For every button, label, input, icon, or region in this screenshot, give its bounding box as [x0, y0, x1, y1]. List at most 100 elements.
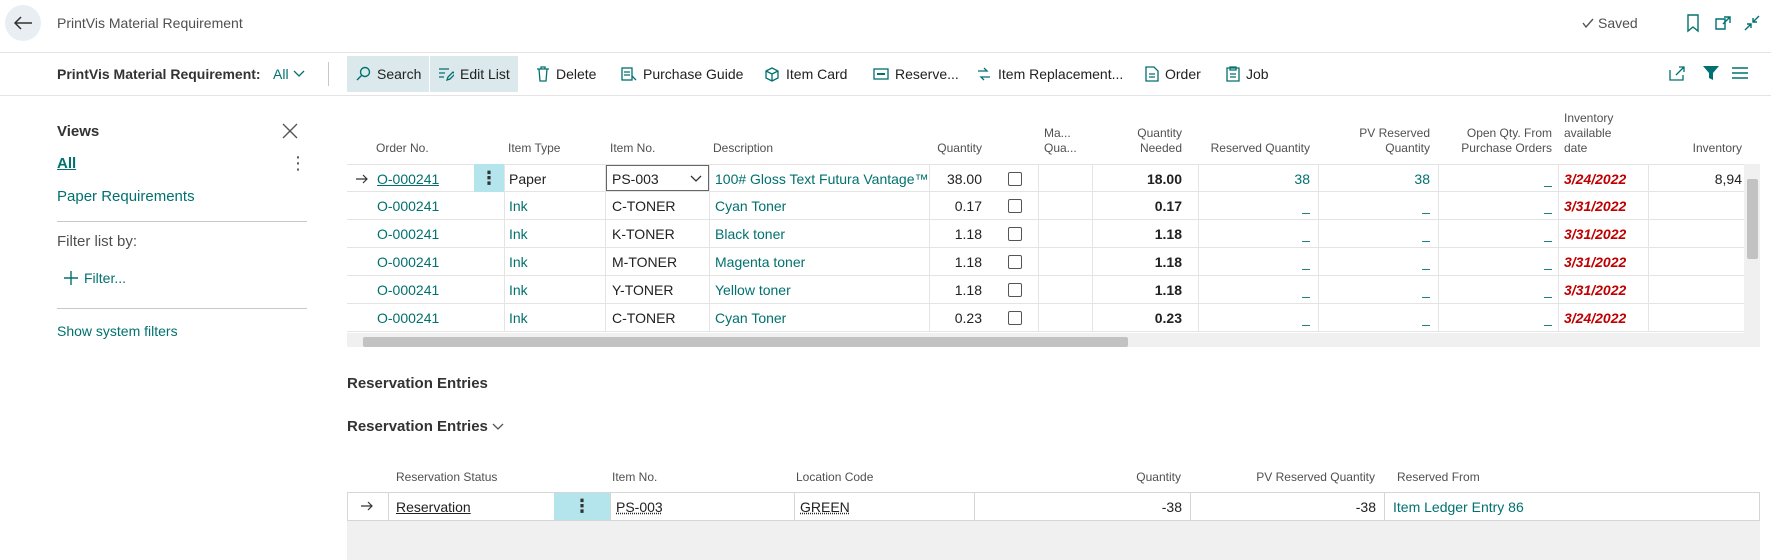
open-qty-cell[interactable]: _	[1444, 220, 1552, 248]
description-cell[interactable]: Cyan Toner	[715, 192, 786, 220]
description-cell[interactable]: Yellow toner	[715, 276, 791, 304]
col-header-inventory-date[interactable]: Inventory available date	[1564, 111, 1626, 156]
reserved-qty-cell[interactable]: _	[1192, 304, 1310, 332]
reservation-status-cell[interactable]: Reservation	[396, 493, 471, 521]
pv-reserved-qty-cell[interactable]: _	[1350, 192, 1430, 220]
item-no-cell[interactable]: PS-003	[612, 165, 659, 193]
delete-button[interactable]: Delete	[528, 56, 604, 92]
order-no-cell[interactable]: O-000241	[377, 192, 439, 220]
col-header-reservation-status[interactable]: Reservation Status	[396, 470, 497, 485]
order-no-cell[interactable]: O-000241	[377, 220, 439, 248]
horizontal-scroll-thumb[interactable]	[363, 337, 1128, 347]
col-header-item-type[interactable]: Item Type	[508, 141, 560, 156]
col-header-quantity[interactable]: Quantity	[857, 141, 982, 156]
open-qty-cell[interactable]: _	[1444, 165, 1552, 193]
filter-icon[interactable]	[1702, 64, 1722, 84]
order-no-cell[interactable]: O-000241	[377, 165, 439, 193]
item-no-cell[interactable]: C-TONER	[612, 304, 676, 332]
show-system-filters-link[interactable]: Show system filters	[57, 323, 178, 339]
inventory-date-cell: 3/31/2022	[1564, 282, 1627, 298]
col-header-item-no[interactable]: Item No.	[610, 141, 655, 156]
table-row[interactable]: O-000241 Ink C-TONER Cyan Toner 0.23 0.2…	[347, 304, 1760, 332]
open-new-window-icon[interactable]	[1713, 13, 1733, 33]
edit-list-button[interactable]: Edit List	[430, 56, 518, 92]
item-card-button[interactable]: Item Card	[756, 56, 855, 92]
checkbox[interactable]	[1008, 199, 1022, 213]
vertical-scroll-thumb[interactable]	[1747, 179, 1758, 259]
item-replacement-button[interactable]: Item Replacement...	[968, 56, 1131, 92]
qty-needed-cell: 1.18	[1154, 226, 1182, 242]
row-actions-icon[interactable]: ⋮	[474, 164, 504, 192]
open-qty-cell[interactable]: _	[1444, 192, 1552, 220]
col-header-quantity-needed[interactable]: Quantity Needed	[1092, 126, 1182, 156]
reserved-qty-cell[interactable]: _	[1192, 220, 1310, 248]
item-no-cell[interactable]: M-TONER	[612, 248, 677, 276]
pv-reserved-qty-cell[interactable]: _	[1350, 276, 1430, 304]
purchase-guide-button[interactable]: Purchase Guide	[613, 56, 751, 92]
col-header-order-no[interactable]: Order No.	[376, 141, 429, 156]
table-row[interactable]: O-000241 Ink C-TONER Cyan Toner 0.17 0.1…	[347, 192, 1760, 220]
col-header-location-code[interactable]: Location Code	[796, 470, 873, 485]
col-header-quantity[interactable]: Quantity	[1087, 470, 1181, 485]
order-button[interactable]: Order	[1137, 56, 1209, 92]
close-icon[interactable]	[281, 122, 299, 140]
location-code-cell[interactable]: GREEN	[800, 493, 850, 521]
quantity-cell: 1.18	[954, 254, 982, 270]
col-header-item-no[interactable]: Item No.	[612, 470, 657, 485]
order-no-cell[interactable]: O-000241	[377, 276, 439, 304]
checkbox[interactable]	[1008, 311, 1022, 325]
reservation-subsection-toggle[interactable]: Reservation Entries	[347, 418, 504, 435]
reserved-qty-cell[interactable]: _	[1192, 248, 1310, 276]
description-cell[interactable]: Cyan Toner	[715, 304, 786, 332]
open-qty-cell[interactable]: _	[1444, 304, 1552, 332]
col-header-ma-qua[interactable]: Ma... Qua...	[1044, 126, 1084, 156]
col-header-pv-reserved-quantity[interactable]: PV Reserved Quantity	[1207, 470, 1375, 485]
pv-reserved-qty-cell[interactable]: _	[1350, 304, 1430, 332]
view-filter-dropdown[interactable]: All	[273, 66, 305, 82]
col-header-reserved-quantity[interactable]: Reserved Quantity	[1192, 141, 1310, 156]
reserved-qty-cell[interactable]: _	[1192, 276, 1310, 304]
share-icon[interactable]	[1668, 64, 1688, 84]
reserved-qty-cell[interactable]: 38	[1192, 165, 1310, 193]
order-no-cell[interactable]: O-000241	[377, 248, 439, 276]
col-header-reserved-from[interactable]: Reserved From	[1397, 470, 1480, 485]
add-filter-button[interactable]: Filter...	[64, 270, 126, 286]
bookmark-icon[interactable]	[1683, 13, 1703, 33]
row-actions-icon[interactable]: ⋮	[554, 493, 610, 520]
description-cell[interactable]: Magenta toner	[715, 248, 805, 276]
col-header-description[interactable]: Description	[713, 141, 773, 156]
table-row[interactable]: O-000241 Ink K-TONER Black toner 1.18 1.…	[347, 220, 1760, 248]
item-no-cell[interactable]: PS-003	[616, 493, 663, 521]
reserve-button[interactable]: Reserve...	[865, 56, 967, 92]
view-more-options-icon[interactable]: ⋮	[289, 153, 307, 174]
checkbox[interactable]	[1008, 283, 1022, 297]
search-button[interactable]: Search	[347, 56, 430, 92]
description-cell[interactable]: Black toner	[715, 220, 785, 248]
open-qty-cell[interactable]: _	[1444, 248, 1552, 276]
order-no-cell[interactable]: O-000241	[377, 304, 439, 332]
view-all[interactable]: All	[57, 155, 76, 172]
col-header-open-qty[interactable]: Open Qty. From Purchase Orders	[1444, 126, 1552, 156]
back-button[interactable]	[5, 5, 41, 41]
item-no-cell[interactable]: Y-TONER	[612, 276, 673, 304]
table-row[interactable]: O-000241 Paper PS-003 100# Gloss Text Fu…	[347, 164, 1760, 192]
pv-reserved-qty-cell[interactable]: _	[1350, 220, 1430, 248]
col-header-pv-reserved-quantity[interactable]: PV Reserved Quantity	[1350, 126, 1430, 156]
reserved-qty-cell[interactable]: _	[1192, 192, 1310, 220]
item-no-cell[interactable]: K-TONER	[612, 220, 675, 248]
collapse-icon[interactable]	[1742, 13, 1762, 33]
checkbox[interactable]	[1008, 255, 1022, 269]
item-no-cell[interactable]: C-TONER	[612, 192, 676, 220]
reserved-from-cell[interactable]: Item Ledger Entry 86	[1393, 493, 1524, 521]
checkbox[interactable]	[1008, 172, 1022, 186]
table-row[interactable]: O-000241 Ink Y-TONER Yellow toner 1.18 1…	[347, 276, 1760, 304]
checkbox[interactable]	[1008, 227, 1022, 241]
view-paper-requirements[interactable]: Paper Requirements	[57, 188, 195, 205]
list-icon[interactable]	[1731, 64, 1751, 84]
open-qty-cell[interactable]: _	[1444, 276, 1552, 304]
job-button[interactable]: Job	[1218, 56, 1277, 92]
pv-reserved-qty-cell[interactable]: 38	[1350, 165, 1430, 193]
pv-reserved-qty-cell[interactable]: _	[1350, 248, 1430, 276]
col-header-inventory[interactable]: Inventory	[1647, 141, 1742, 156]
table-row[interactable]: O-000241 Ink M-TONER Magenta toner 1.18 …	[347, 248, 1760, 276]
